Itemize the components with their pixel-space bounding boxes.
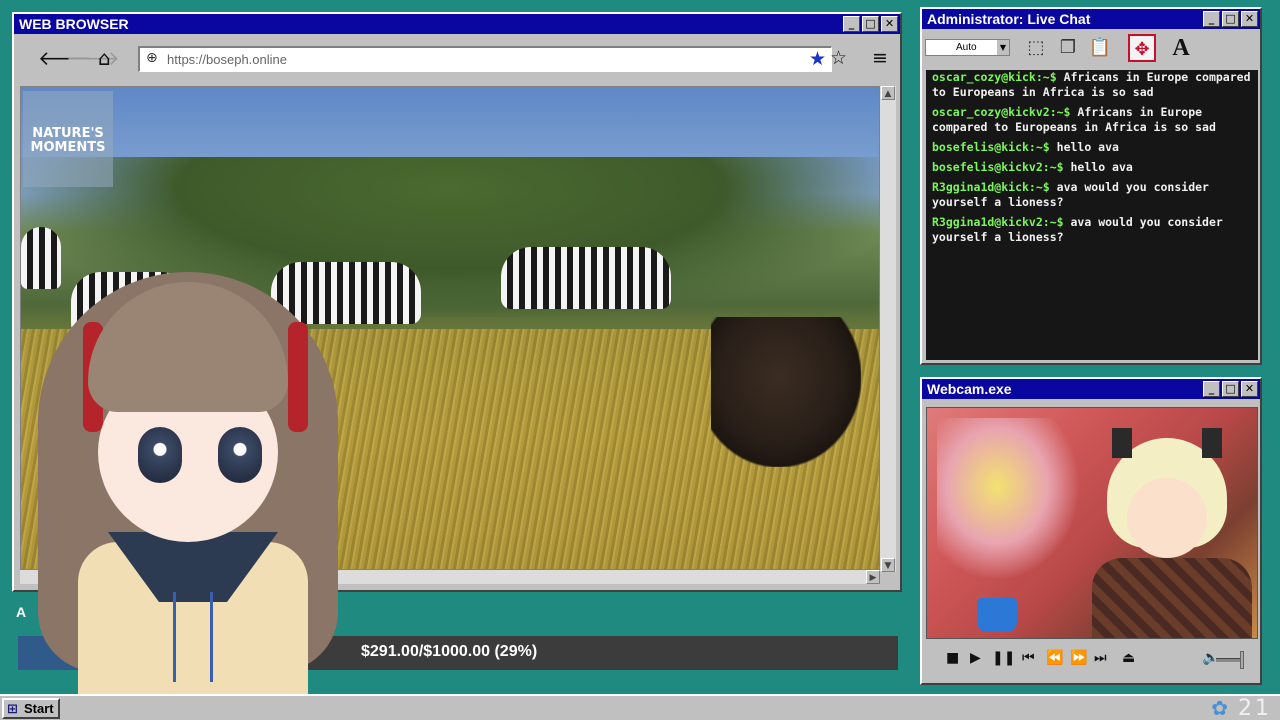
play-icon[interactable]: ▶	[970, 650, 981, 666]
webcam-avatar	[1087, 428, 1257, 638]
browser-titlebar[interactable]: WEB BROWSER _ □ ✕	[14, 14, 900, 34]
skip-back-icon[interactable]: ⏮	[1022, 650, 1035, 666]
taskbar: ⊞ Start ✿ 21	[0, 694, 1280, 720]
move-icon[interactable]: ✥	[1128, 34, 1156, 62]
chat-message: bosefelis@kick:~$ hello ava	[932, 140, 1252, 155]
scroll-down-icon[interactable]: ▼	[881, 558, 895, 572]
webcam-background-figure	[937, 418, 1087, 588]
volume-slider[interactable]	[1216, 658, 1242, 662]
mug	[977, 598, 1017, 632]
forward-arrow-icon[interactable]: 🡒	[66, 46, 120, 70]
maximize-button[interactable]: □	[1222, 381, 1239, 397]
stop-icon[interactable]: ■	[946, 650, 959, 666]
bookmark-star-icon[interactable]: ★	[809, 48, 826, 70]
close-button[interactable]: ✕	[881, 16, 898, 32]
browser-title: WEB BROWSER	[19, 16, 129, 32]
channel-logo: NATURE'S MOMENTS	[23, 91, 113, 187]
paste-clipboard-icon[interactable]: 📋	[1086, 34, 1114, 62]
volume-slider-thumb[interactable]	[1240, 651, 1244, 669]
taskbar-clock: 21	[1238, 696, 1272, 720]
start-button[interactable]: ⊞ Start	[2, 698, 60, 719]
chat-message: oscar_cozy@kick:~$ Africans in Europe co…	[932, 70, 1252, 100]
fast-forward-icon[interactable]: ⏩	[1070, 650, 1087, 666]
chat-username[interactable]: oscar_cozy@kickv2:~$	[932, 105, 1070, 119]
globe-icon: ⊕	[146, 50, 158, 66]
minimize-button[interactable]: _	[1203, 381, 1220, 397]
home-icon[interactable]: ⌂	[98, 46, 111, 70]
chat-message: R3ggina1d@kickv2:~$ ava would you consid…	[932, 215, 1252, 245]
browser-navbar: 🡐 🡒 ⌂ ⊕ https://boseph.online ★ ☆ ≡	[14, 34, 900, 84]
chat-username[interactable]: bosefelis@kickv2:~$	[932, 160, 1064, 174]
close-button[interactable]: ✕	[1241, 11, 1258, 27]
avatar-eye-right	[218, 427, 262, 483]
scroll-up-icon[interactable]: ▲	[881, 86, 895, 100]
address-bar[interactable]: ⊕ https://boseph.online ★	[138, 46, 832, 72]
avatar-eye-left	[138, 427, 182, 483]
pause-icon[interactable]: ❚❚	[992, 650, 1015, 666]
chat-username[interactable]: oscar_cozy@kick:~$	[932, 70, 1057, 84]
chat-username[interactable]: R3ggina1d@kickv2:~$	[932, 215, 1064, 229]
lion	[711, 317, 861, 467]
avatar-bow	[173, 592, 213, 682]
network-tray-icon[interactable]: ✿	[1211, 696, 1228, 720]
eject-icon[interactable]: ⏏	[1122, 650, 1135, 666]
select-marquee-icon[interactable]: ⬚	[1022, 34, 1050, 62]
media-controls: ■ ▶ ❚❚ ⏮ ⏪ ⏩ ⏭ ⏏ 🔈	[926, 645, 1258, 675]
chat-text: hello ava	[1070, 160, 1133, 174]
copy-icon[interactable]: ❐	[1054, 34, 1082, 62]
chat-title: Administrator: Live Chat	[927, 11, 1091, 27]
scroll-right-icon[interactable]: ▶	[866, 570, 880, 584]
windows-logo-icon: ⊞	[7, 702, 18, 717]
vtuber-avatar	[18, 262, 358, 720]
close-button[interactable]: ✕	[1241, 381, 1258, 397]
maximize-button[interactable]: □	[862, 16, 879, 32]
chat-message: R3ggina1d@kick:~$ ava would you consider…	[932, 180, 1252, 210]
maximize-button[interactable]: □	[1222, 11, 1239, 27]
vertical-scrollbar[interactable]: ▲ ▼	[880, 86, 896, 572]
chat-toolbar: Auto ▼ ⬚ ❐ 📋 ✥ A	[922, 29, 1260, 67]
zoom-value: Auto	[956, 42, 977, 53]
chat-log[interactable]: oscar_cozy@kick:~$ Africans in Europe co…	[926, 70, 1258, 360]
minimize-button[interactable]: _	[843, 16, 860, 32]
zoom-select[interactable]: Auto ▼	[925, 39, 1010, 56]
chat-username[interactable]: R3ggina1d@kick:~$	[932, 180, 1050, 194]
webcam-titlebar[interactable]: Webcam.exe _ □ ✕	[922, 379, 1260, 399]
avatar-face	[1127, 478, 1207, 558]
chat-username[interactable]: bosefelis@kick:~$	[932, 140, 1050, 154]
chat-message: oscar_cozy@kickv2:~$ Africans in Europe …	[932, 105, 1252, 135]
chevron-down-icon[interactable]: ▼	[997, 40, 1009, 55]
cat-ears	[1112, 428, 1222, 458]
favorite-star-icon[interactable]: ☆	[830, 46, 847, 70]
zebra	[501, 247, 671, 309]
font-icon[interactable]: A	[1167, 34, 1195, 62]
webcam-window: Webcam.exe _ □ ✕ ■ ▶ ❚❚ ⏮ ⏪ ⏩ ⏭ ⏏ 🔈	[920, 377, 1262, 685]
donation-text: $291.00/$1000.00 (29%)	[361, 643, 538, 660]
chat-message: bosefelis@kickv2:~$ hello ava	[932, 160, 1252, 175]
minimize-button[interactable]: _	[1203, 11, 1220, 27]
avatar-ribbon-right	[288, 322, 308, 432]
rewind-icon[interactable]: ⏪	[1046, 650, 1063, 666]
hamburger-menu-icon[interactable]: ≡	[872, 46, 888, 70]
chat-text: hello ava	[1056, 140, 1119, 154]
avatar-sweater	[1092, 558, 1252, 638]
webcam-feed	[926, 407, 1258, 639]
start-label: Start	[24, 701, 54, 716]
chat-titlebar[interactable]: Administrator: Live Chat _ □ ✕	[922, 9, 1260, 29]
webcam-title: Webcam.exe	[927, 381, 1012, 397]
skip-forward-icon[interactable]: ⏭	[1094, 650, 1107, 666]
live-chat-window: Administrator: Live Chat _ □ ✕ Auto ▼ ⬚ …	[920, 7, 1262, 365]
url-text[interactable]: https://boseph.online	[167, 52, 287, 67]
